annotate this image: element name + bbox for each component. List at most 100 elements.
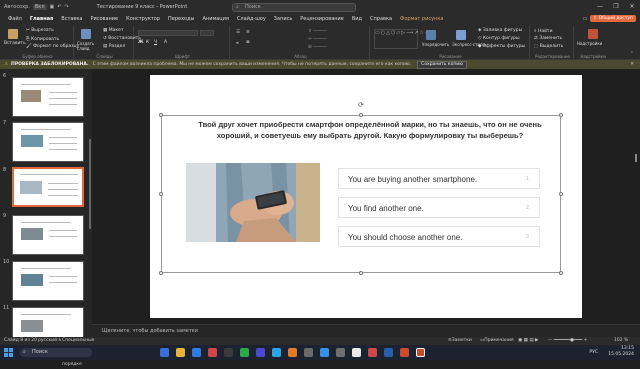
shape-effects-button[interactable]: ◆ Эффекты фигуры: [478, 44, 525, 49]
chrome-icon[interactable]: [352, 348, 361, 357]
language-indicator[interactable]: РУС: [589, 350, 598, 355]
app-icon[interactable]: [320, 348, 329, 357]
slide-thumbnail[interactable]: [12, 77, 84, 117]
notes-toggle[interactable]: ≡ Заметки: [448, 337, 472, 345]
font-name-select[interactable]: [138, 30, 198, 36]
tab-transitions[interactable]: Переходы: [164, 14, 199, 24]
new-slide-icon[interactable]: [81, 29, 91, 39]
comments-toggle[interactable]: ▭ Примечания: [480, 337, 514, 345]
close-button[interactable]: ✕: [624, 0, 640, 14]
autosave-toggle[interactable]: Вкл: [32, 4, 47, 10]
addins-button[interactable]: Надстройки: [577, 41, 602, 46]
system-clock[interactable]: 13:15 15.05.2024: [608, 346, 634, 358]
numbering-button[interactable]: ≡: [246, 30, 250, 35]
tab-insert[interactable]: Вставка: [57, 14, 86, 24]
tab-design[interactable]: Конструктор: [122, 14, 164, 24]
task-view-icon[interactable]: [160, 348, 169, 357]
undo-icon[interactable]: ↶: [57, 4, 61, 10]
share-button[interactable]: ⇪ Общий доступ: [590, 15, 636, 22]
taskbar-search[interactable]: Поиск: [20, 348, 92, 357]
tab-slideshow[interactable]: Слайд-шоу: [233, 14, 270, 24]
tab-animations[interactable]: Анимация: [199, 14, 233, 24]
format-painter-button[interactable]: 🖌 Формат по образцу: [26, 44, 79, 49]
canvas-scrollbar[interactable]: [632, 69, 640, 324]
app-icon[interactable]: [288, 348, 297, 357]
shapes-gallery[interactable]: ▭○△⬡▱▷⟶↗☆{}: [374, 29, 432, 49]
comments-icon[interactable]: ▭: [583, 16, 588, 22]
redo-icon[interactable]: ↷: [64, 4, 68, 10]
edge-icon[interactable]: [192, 348, 201, 357]
tab-record[interactable]: Запись: [270, 14, 296, 24]
app-icon[interactable]: [224, 348, 233, 357]
maximize-button[interactable]: ❐: [608, 0, 624, 14]
slide-thumbnail[interactable]: [12, 307, 84, 337]
align-center-button[interactable]: ≣: [246, 40, 250, 45]
resize-handle[interactable]: [359, 113, 363, 117]
slide-thumbnail[interactable]: [12, 215, 84, 255]
copy-button[interactable]: ⎘ Копировать: [26, 36, 59, 42]
bold-button[interactable]: Ж: [138, 40, 144, 45]
slide[interactable]: ⟳ Твой друг хочет приобрести смартфон оп…: [150, 75, 582, 318]
collapse-ribbon-icon[interactable]: ⌃: [630, 51, 634, 57]
answer-option[interactable]: You find another one. 2: [338, 197, 540, 218]
replace-button[interactable]: ⇄ Заменить: [534, 36, 562, 41]
answer-option[interactable]: You are buying another smartphone. 1: [338, 168, 540, 189]
addins-icon[interactable]: [588, 29, 598, 39]
resize-handle[interactable]: [159, 271, 163, 275]
section-button[interactable]: ▤ Раздел: [103, 44, 125, 49]
answer-option[interactable]: You should choose another one. 3: [338, 226, 540, 247]
resize-handle[interactable]: [559, 113, 563, 117]
notes-pane[interactable]: Щелкните, чтобы добавить заметки: [92, 324, 640, 337]
accessibility-status[interactable]: ♿ Специальные возможности: все в порядке: [58, 337, 95, 367]
slide-thumbnail-selected[interactable]: [12, 167, 84, 207]
cut-button[interactable]: ✂ Вырезать: [26, 28, 54, 33]
app-icon[interactable]: [336, 348, 345, 357]
powerpoint-icon[interactable]: [416, 348, 425, 357]
slide-thumbnail[interactable]: [12, 122, 84, 162]
align-text-button[interactable]: ⇔ ─────: [308, 37, 327, 42]
resize-handle[interactable]: [159, 192, 163, 196]
resize-handle[interactable]: [359, 271, 363, 275]
smartart-button[interactable]: ⊞ ─────: [308, 45, 327, 50]
paste-button[interactable]: Вставить: [4, 41, 26, 46]
app-icon[interactable]: [304, 348, 313, 357]
autosave-label[interactable]: Автосохр.: [4, 4, 30, 10]
save-icon[interactable]: ▣: [50, 4, 55, 10]
tab-file[interactable]: Файл: [4, 14, 26, 24]
tab-help[interactable]: Справка: [366, 14, 396, 24]
teams-icon[interactable]: [256, 348, 265, 357]
tab-view[interactable]: Вид: [348, 14, 366, 24]
file-explorer-icon[interactable]: [176, 348, 185, 357]
telegram-icon[interactable]: [272, 348, 281, 357]
resize-handle[interactable]: [159, 113, 163, 117]
language-indicator[interactable]: русский: [38, 337, 57, 345]
arrange-icon[interactable]: [426, 30, 436, 40]
new-slide-button[interactable]: Создать слайд: [77, 41, 101, 51]
arrange-button[interactable]: Упорядочить: [422, 42, 449, 47]
tab-review[interactable]: Рецензирование: [296, 14, 348, 24]
bullets-button[interactable]: ☰: [236, 30, 240, 35]
scrollbar-thumb[interactable]: [635, 154, 637, 162]
scrollbar-thumb[interactable]: [89, 139, 91, 229]
tab-home[interactable]: Главная: [25, 14, 58, 25]
slide-thumbnail[interactable]: [12, 261, 84, 301]
shape-fill-button[interactable]: ◈ Заливка фигуры: [478, 28, 522, 33]
resize-handle[interactable]: [559, 192, 563, 196]
whatsapp-icon[interactable]: [240, 348, 249, 357]
italic-button[interactable]: К: [146, 40, 149, 45]
search-input[interactable]: Поиск: [232, 3, 356, 12]
app-icon[interactable]: [368, 348, 377, 357]
smartphone-photo[interactable]: [186, 163, 320, 242]
paste-icon[interactable]: [8, 29, 18, 39]
quick-styles-icon[interactable]: [456, 30, 466, 40]
yandex-icon[interactable]: [208, 348, 217, 357]
word-icon[interactable]: [384, 348, 393, 357]
close-warning-icon[interactable]: ✕: [630, 62, 634, 67]
shape-outline-button[interactable]: ◇ Контур фигуры: [478, 36, 520, 41]
windows-start-icon[interactable]: [4, 348, 13, 357]
minimize-button[interactable]: —: [592, 0, 608, 14]
font-color-button[interactable]: A: [164, 40, 167, 45]
question-text[interactable]: Твой друг хочет приобрести смартфон опре…: [180, 119, 560, 141]
text-direction-button[interactable]: ⇕ ─────: [308, 29, 327, 34]
powerpoint-icon[interactable]: [400, 348, 409, 357]
